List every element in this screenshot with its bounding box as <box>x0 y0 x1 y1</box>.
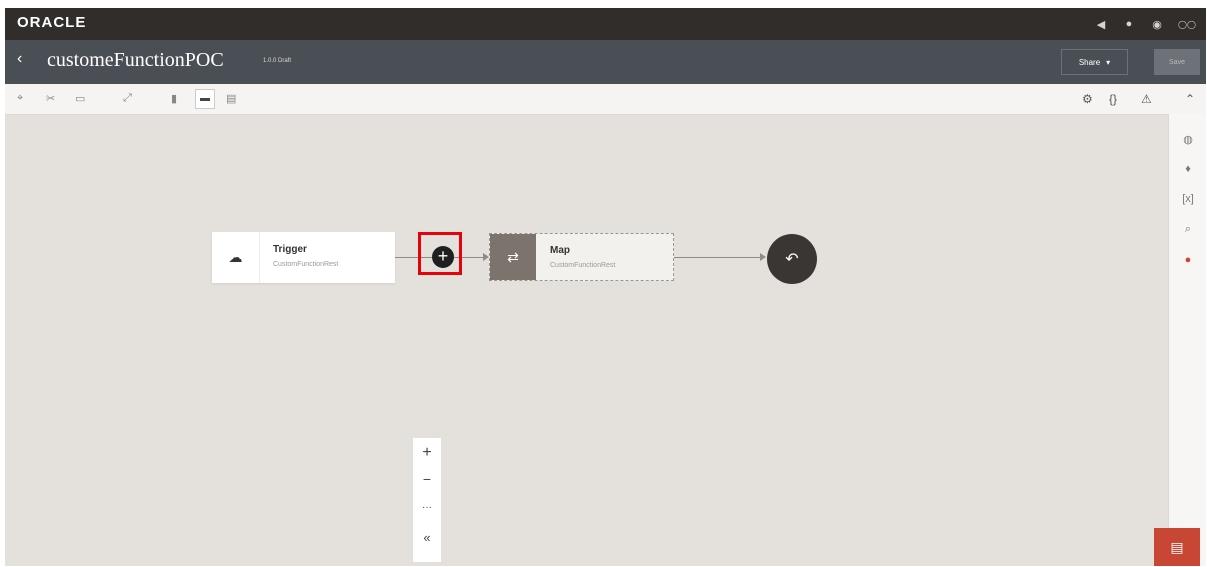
save-button[interactable]: Save <box>1154 49 1200 75</box>
connections-icon[interactable]: ● <box>1169 254 1206 266</box>
zoom-in-button[interactable]: + <box>413 444 441 462</box>
title-bar: ‹ customeFunctionPOC 1.0.0 Draft Share ▾… <box>5 40 1206 84</box>
cloud-trigger-icon: ☁ <box>212 232 260 283</box>
variables-icon[interactable]: [x] <box>1169 193 1206 205</box>
map-title: Map <box>550 245 570 256</box>
code-braces-icon[interactable]: {} <box>1109 92 1117 106</box>
more-options-button[interactable]: ··· <box>413 502 441 513</box>
zoom-out-button[interactable]: − <box>413 471 441 487</box>
connector-line <box>674 257 761 258</box>
expand-icon[interactable]: ⤢ <box>123 92 132 105</box>
settings-gear-icon[interactable]: ⚙ <box>1082 92 1093 106</box>
app-frame: ORACLE ◀ ● ◉ ◯◯ ‹ customeFunctionPOC 1.0… <box>5 8 1206 566</box>
tracking-icon[interactable]: ♦ <box>1169 163 1206 175</box>
globe-icon[interactable]: ◍ <box>1169 133 1206 146</box>
trigger-subtitle: CustomFunctionRest <box>273 261 339 268</box>
select-icon[interactable]: ⌖ <box>17 92 23 105</box>
zoom-controls: + − ··· « <box>413 438 441 562</box>
share-button[interactable]: Share ▾ <box>1061 49 1128 75</box>
share-label: Share <box>1078 57 1101 67</box>
return-end-node[interactable]: ↶ <box>767 234 817 284</box>
brand-icons: ◀ ● ◉ ◯◯ <box>1094 8 1196 40</box>
notifications-icon[interactable]: ● <box>1122 18 1136 30</box>
collapse-up-icon[interactable]: ⌃ <box>1185 92 1195 106</box>
map-subtitle: CustomFunctionRest <box>550 262 616 269</box>
version-badge: 1.0.0 Draft <box>263 58 292 64</box>
help-icon[interactable]: ◉ <box>1150 18 1164 31</box>
trigger-title: Trigger <box>273 244 307 255</box>
user-avatar-icon[interactable]: ◯◯ <box>1178 20 1196 29</box>
trigger-node[interactable]: ☁ Trigger CustomFunctionRest <box>212 232 395 283</box>
free-layout-icon[interactable]: ▤ <box>226 92 236 105</box>
vertical-layout-icon[interactable]: ▮ <box>171 92 177 105</box>
page-title: customeFunctionPOC <box>47 49 224 71</box>
map-transform-icon: ⇄ <box>490 234 536 280</box>
return-icon: ↶ <box>785 251 799 268</box>
connector-arrow <box>760 253 766 261</box>
oracle-logo: ORACLE <box>17 14 87 31</box>
map-node[interactable]: ⇄ Map CustomFunctionRest <box>489 233 674 281</box>
collapse-button[interactable]: « <box>413 530 441 545</box>
caret-down-icon: ▾ <box>1106 57 1111 67</box>
chat-button[interactable]: ▤ <box>1154 528 1200 566</box>
paste-icon[interactable]: ▭ <box>75 92 85 105</box>
highlight-box <box>418 232 462 275</box>
chevron-left-icon[interactable]: ‹ <box>17 50 22 68</box>
right-side-panel: ◍ ♦ [x] ⌕ ● <box>1168 114 1206 566</box>
warning-icon[interactable]: ⚠ <box>1141 92 1152 106</box>
horizontal-layout-icon[interactable]: ▬ <box>195 89 215 109</box>
search-icon[interactable]: ⌕ <box>1169 223 1206 236</box>
chat-icon: ▤ <box>1170 538 1184 555</box>
brand-bar: ORACLE ◀ ● ◉ ◯◯ <box>5 8 1206 40</box>
canvas-toolbar: ⌖ ✂ ▭ ⤢ ▮ ▬ ▤ ⚙ {} ⚠ ⌃ <box>5 84 1206 115</box>
cut-icon[interactable]: ✂ <box>46 92 55 105</box>
announcement-icon[interactable]: ◀ <box>1094 18 1108 31</box>
